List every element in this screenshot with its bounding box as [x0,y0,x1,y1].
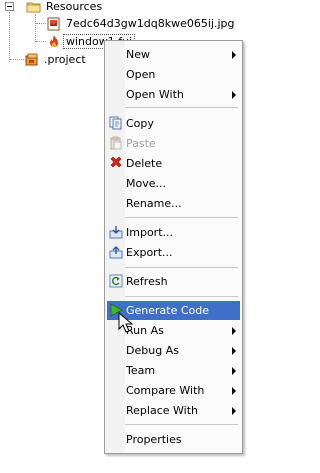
tree-guide-line [35,14,36,42]
submenu-arrow-icon [232,51,236,59]
copy-icon [109,116,123,130]
menu-item-replace-with[interactable]: Replace With [107,401,240,420]
menu-item-label: Rename... [126,197,182,210]
menu-item-label: New [126,48,150,61]
submenu-arrow-icon [232,347,236,355]
mouse-cursor-icon [118,311,134,334]
submenu-arrow-icon [232,91,236,99]
menu-item-import[interactable]: Import... [107,223,240,242]
delete-icon [109,156,123,170]
submenu-arrow-icon [232,387,236,395]
refresh-icon [109,274,123,288]
menu-item-label: Replace With [126,404,198,417]
menu-item-compare-with[interactable]: Compare With [107,381,240,400]
menu-item-label: Debug As [126,344,179,357]
menu-separator [125,267,238,268]
context-menu: New Open Open With Copy Paste Delete Mov… [104,40,243,454]
menu-separator [125,296,238,297]
menu-item-copy[interactable]: Copy [107,114,240,133]
menu-item-paste[interactable]: Paste [107,134,240,153]
menu-item-label: Refresh [126,275,168,288]
tree-guide-line [36,41,46,42]
menu-item-export[interactable]: Export... [107,243,240,262]
flame-file-icon [46,34,62,50]
menu-item-refresh[interactable]: Refresh [107,272,240,291]
menu-item-label: Generate Code [126,304,210,317]
menu-item-delete[interactable]: Delete [107,154,240,173]
menu-item-team[interactable]: Team [107,361,240,380]
tree-item-label: Resources [46,0,103,13]
menu-item-move[interactable]: Move... [107,174,240,193]
menu-separator [125,217,238,218]
paste-icon [109,136,123,150]
menu-item-open-with[interactable]: Open With [107,85,240,104]
menu-item-label: Open With [126,88,184,101]
tree-item-label: .project [44,53,86,66]
menu-item-properties[interactable]: Properties [107,430,240,449]
menu-item-label: Export... [126,246,173,259]
submenu-arrow-icon [232,407,236,415]
export-icon [109,245,123,259]
menu-separator [125,424,238,425]
import-icon [109,225,123,239]
collapse-toggle-icon[interactable] [5,2,14,11]
image-file-icon [46,16,62,32]
tree-guide-line [10,59,24,60]
menu-item-label: Copy [126,117,154,130]
tree-guide-line [9,12,10,62]
menu-item-label: Paste [126,137,156,150]
tree-guide-line [36,23,46,24]
menu-item-label: Move... [126,177,166,190]
project-file-icon [24,52,40,68]
submenu-arrow-icon [232,327,236,335]
menu-item-label: Properties [126,433,182,446]
submenu-arrow-icon [232,367,236,375]
menu-item-debug-as[interactable]: Debug As [107,341,240,360]
tree-item-label: 7edc64d3gw1dq8kwe065ij.jpg [66,17,235,30]
menu-separator [125,107,238,108]
menu-item-label: Import... [126,226,173,239]
menu-item-label: Delete [126,157,163,170]
menu-item-open[interactable]: Open [107,65,240,84]
menu-item-rename[interactable]: Rename... [107,194,240,213]
menu-item-label: Team [126,364,156,377]
menu-item-label: Open [126,68,156,81]
folder-icon [26,0,42,15]
menu-item-new[interactable]: New [107,45,240,64]
menu-item-label: Compare With [126,384,205,397]
